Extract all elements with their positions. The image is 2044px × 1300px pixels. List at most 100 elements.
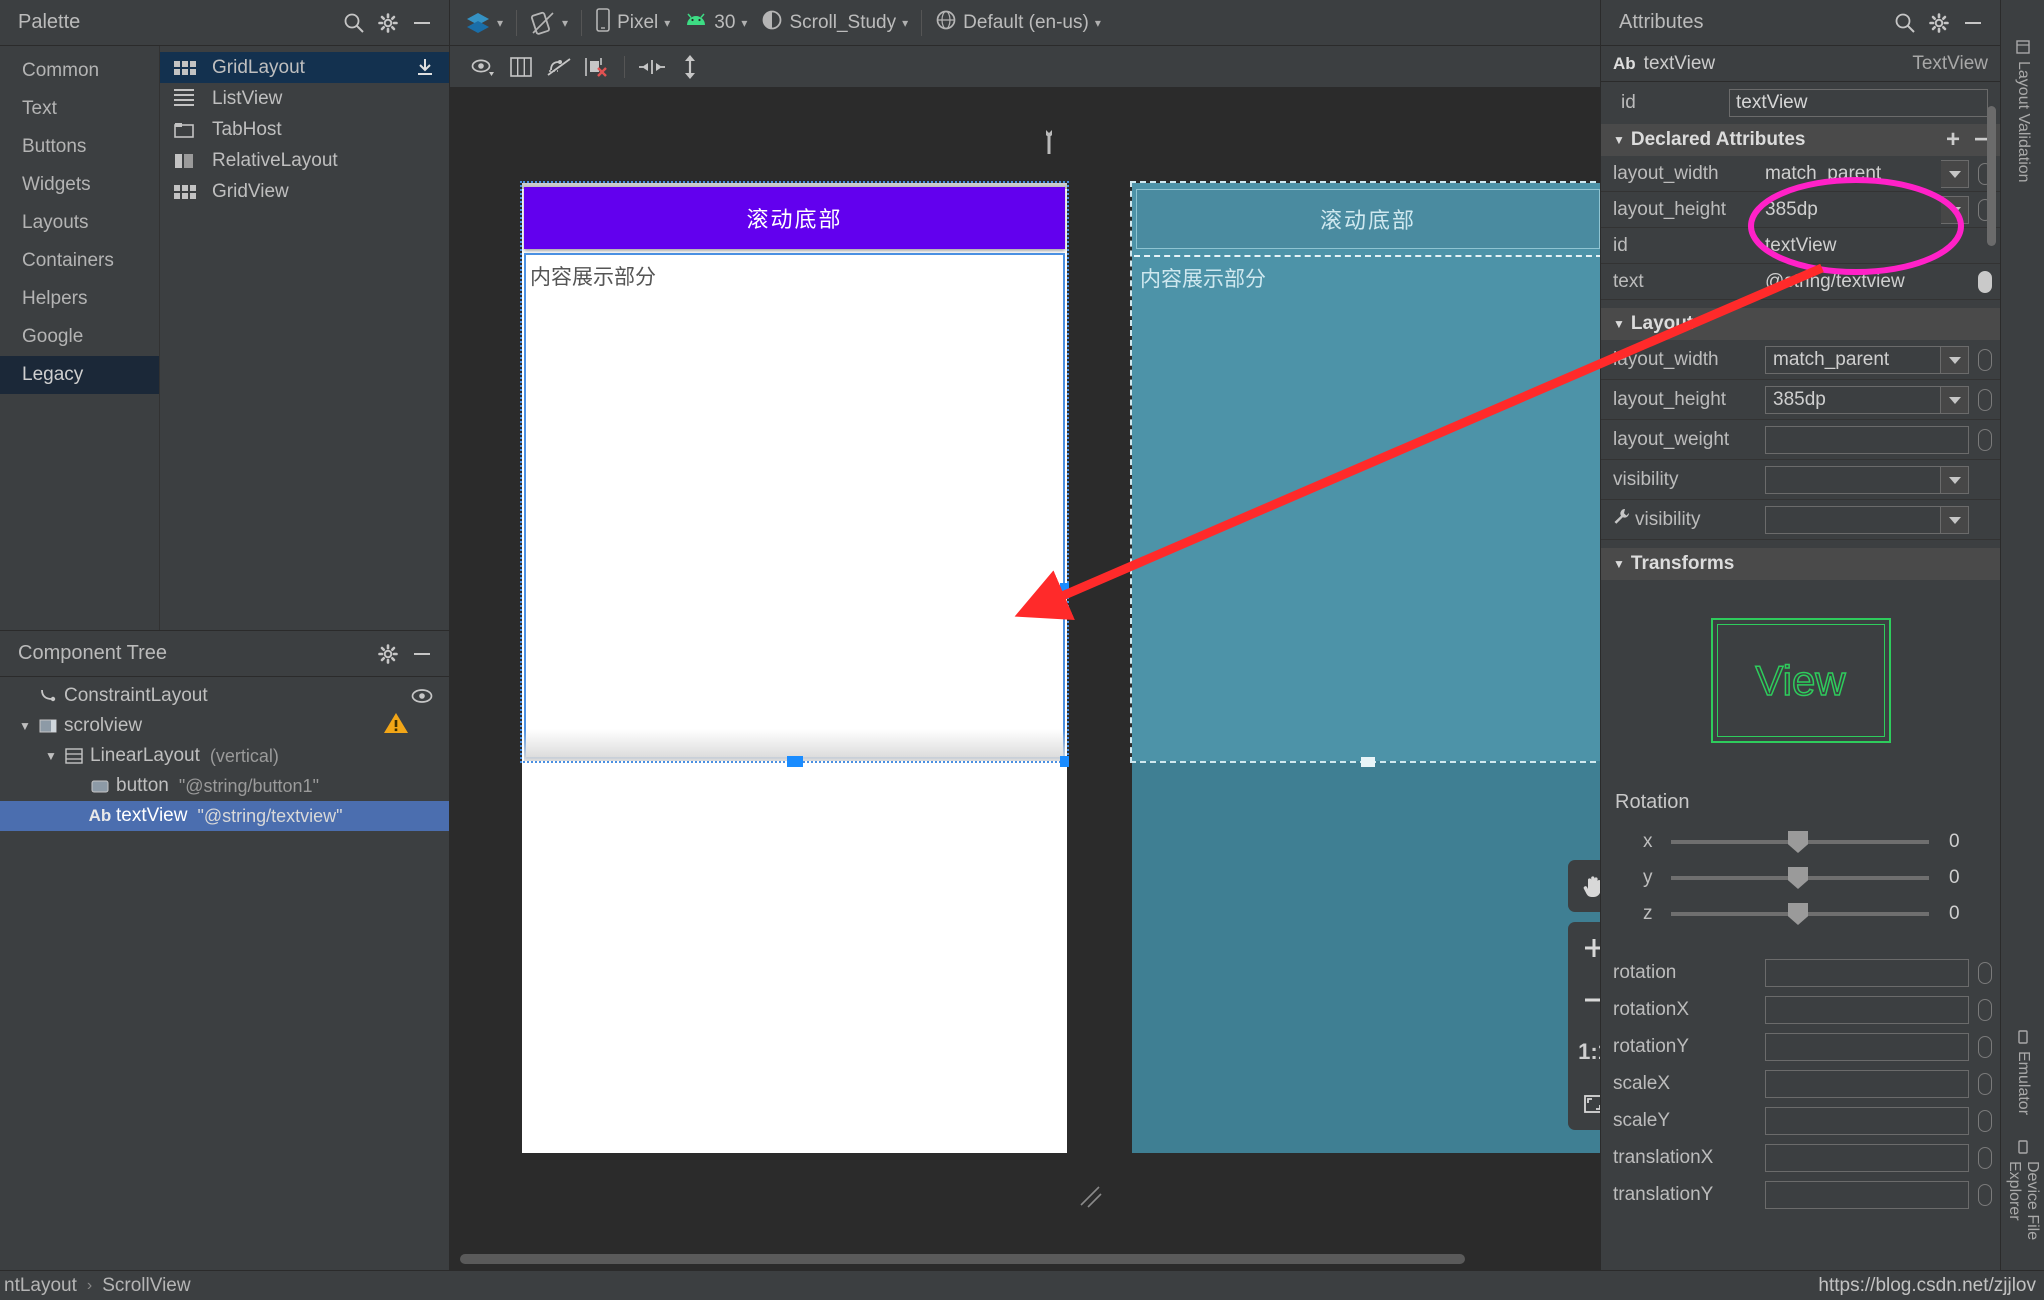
design-mode-button[interactable]: ▾: [458, 6, 510, 40]
palette-item-gridview[interactable]: GridView: [160, 176, 449, 207]
layout-row-visibility[interactable]: visibility: [1601, 460, 2000, 500]
design-canvas[interactable]: 滚动底部 内容展示部分 滚动底部: [450, 88, 1656, 1270]
attribute-indicator[interactable]: [1978, 999, 1992, 1021]
blueprint-textview[interactable]: 内容展示部分: [1134, 255, 1602, 759]
palette-category-layouts[interactable]: Layouts: [0, 204, 159, 242]
design-scrollview[interactable]: 滚动底部 内容展示部分: [522, 183, 1067, 761]
palette-category-helpers[interactable]: Helpers: [0, 280, 159, 318]
layout-row-tools-visibility[interactable]: visibility: [1601, 500, 2000, 540]
declared-row-layout-height[interactable]: layout_height 385dp: [1601, 192, 2000, 228]
attribute-value[interactable]: 385dp: [1765, 386, 1941, 414]
chevron-down-icon[interactable]: ▼: [1613, 317, 1625, 331]
attribute-value[interactable]: [1765, 996, 1969, 1024]
hide-constraints-icon[interactable]: [540, 51, 578, 83]
clear-constraints-icon[interactable]: [578, 51, 616, 83]
transform-row-translationy[interactable]: translationY: [1601, 1176, 2000, 1213]
breadcrumb-item-constraintlayout[interactable]: ntLayout: [0, 1275, 81, 1297]
attribute-indicator[interactable]: [1978, 1073, 1992, 1095]
layout-row-layout-height[interactable]: layout_height 385dp: [1601, 380, 2000, 420]
attribute-indicator[interactable]: [1978, 1110, 1992, 1132]
transforms-section[interactable]: ▼ Transforms: [1601, 548, 2000, 580]
chevron-down-icon[interactable]: [1941, 506, 1969, 534]
search-icon[interactable]: [337, 6, 371, 40]
tab-emulator[interactable]: Emulator: [2001, 1020, 2044, 1125]
minimize-icon[interactable]: [405, 6, 439, 40]
palette-category-legacy[interactable]: Legacy: [0, 356, 159, 394]
chevron-down-icon[interactable]: [1941, 386, 1969, 414]
attribute-value[interactable]: [1765, 426, 1969, 454]
minimize-icon[interactable]: [1956, 6, 1990, 40]
attribute-indicator[interactable]: [1978, 349, 1992, 371]
gear-icon[interactable]: [371, 637, 405, 671]
device-blueprint-preview[interactable]: 滚动底部 内容展示部分: [1132, 183, 1604, 1153]
attribute-value[interactable]: 385dp: [1765, 199, 1941, 221]
layout-row-layout-width[interactable]: layout_width match_parent: [1601, 340, 2000, 380]
chevron-down-icon[interactable]: [1941, 160, 1969, 188]
locale-selector[interactable]: Default (en-us) ▾: [928, 6, 1108, 40]
preview-button[interactable]: 滚动底部: [524, 187, 1065, 249]
tree-node-textview[interactable]: Ab textView "@string/textview": [0, 801, 449, 831]
resize-handle-bottom[interactable]: [787, 756, 803, 767]
rotation-slider-x[interactable]: x 0: [1601, 824, 2000, 860]
tree-node-scrolview[interactable]: ▼ scrolview: [0, 711, 449, 741]
slider-track[interactable]: [1671, 912, 1929, 916]
blueprint-scrollview[interactable]: 滚动底部 内容展示部分: [1132, 183, 1604, 761]
device-design-preview[interactable]: 滚动底部 内容展示部分: [522, 183, 1067, 1153]
minimize-icon[interactable]: [405, 637, 439, 671]
resize-handle-corner[interactable]: [1060, 756, 1069, 767]
view-options-icon[interactable]: [464, 51, 502, 83]
palette-category-widgets[interactable]: Widgets: [0, 166, 159, 204]
attribute-value[interactable]: [1765, 959, 1969, 987]
chevron-down-icon[interactable]: [1941, 346, 1969, 374]
attribute-value[interactable]: [1765, 1181, 1969, 1209]
transform-row-scalex[interactable]: scaleX: [1601, 1065, 2000, 1102]
slider-knob[interactable]: [1788, 867, 1808, 889]
declared-row-layout-width[interactable]: layout_width match_parent: [1601, 156, 2000, 192]
tree-node-linearlayout[interactable]: ▼ LinearLayout (vertical): [0, 741, 449, 771]
declared-row-id[interactable]: id textView: [1601, 228, 2000, 264]
theme-selector[interactable]: Scroll_Study ▾: [754, 6, 915, 40]
blueprint-button[interactable]: 滚动底部: [1136, 189, 1600, 249]
scrollbar-thumb[interactable]: [460, 1254, 1465, 1264]
gear-icon[interactable]: [371, 6, 405, 40]
palette-item-tabhost[interactable]: TabHost: [160, 114, 449, 145]
rotation-slider-z[interactable]: z 0: [1601, 896, 2000, 932]
api-selector[interactable]: 30 ▾: [677, 6, 754, 40]
attribute-value[interactable]: [1765, 1070, 1969, 1098]
palette-category-common[interactable]: Common: [0, 52, 159, 90]
orientation-button[interactable]: ▾: [523, 6, 575, 40]
attribute-indicator[interactable]: [1978, 1036, 1992, 1058]
attribute-value[interactable]: [1765, 1107, 1969, 1135]
slider-knob[interactable]: [1788, 903, 1808, 925]
tree-twisty[interactable]: ▼: [14, 719, 36, 733]
warning-icon[interactable]: [383, 711, 409, 741]
guidelines-icon[interactable]: [502, 51, 540, 83]
transform-view-preview[interactable]: View: [1711, 618, 1891, 743]
slider-track[interactable]: [1671, 876, 1929, 880]
device-selector[interactable]: Pixel ▾: [588, 6, 677, 40]
palette-item-relativelayout[interactable]: RelativeLayout: [160, 145, 449, 176]
tab-layout-validation[interactable]: Layout Validation: [2001, 30, 2044, 193]
preview-textview[interactable]: 内容展示部分: [524, 253, 1065, 759]
layout-row-layout-weight[interactable]: layout_weight: [1601, 420, 2000, 460]
attribute-value[interactable]: textView: [1765, 235, 1992, 257]
download-icon[interactable]: [415, 57, 435, 83]
chevron-down-icon[interactable]: ▼: [1613, 133, 1625, 147]
resize-handle-right[interactable]: [1060, 583, 1069, 599]
chevron-down-icon[interactable]: ▼: [1613, 557, 1625, 571]
palette-category-containers[interactable]: Containers: [0, 242, 159, 280]
transform-row-rotation[interactable]: rotation: [1601, 954, 2000, 991]
breadcrumb-item-scrollview[interactable]: ScrollView: [98, 1275, 194, 1297]
palette-category-text[interactable]: Text: [0, 90, 159, 128]
attribute-value[interactable]: [1765, 1033, 1969, 1061]
eye-icon[interactable]: [405, 679, 439, 713]
attribute-value[interactable]: match_parent: [1765, 163, 1941, 185]
palette-item-listview[interactable]: ListView: [160, 83, 449, 114]
chevron-down-icon[interactable]: [1941, 196, 1969, 224]
attribute-indicator[interactable]: [1978, 1184, 1992, 1206]
device-resize-corner-icon[interactable]: [1077, 1183, 1105, 1211]
attribute-value[interactable]: [1765, 1144, 1969, 1172]
tree-twisty[interactable]: ▼: [40, 749, 62, 763]
slider-track[interactable]: [1671, 840, 1929, 844]
transform-row-translationx[interactable]: translationX: [1601, 1139, 2000, 1176]
